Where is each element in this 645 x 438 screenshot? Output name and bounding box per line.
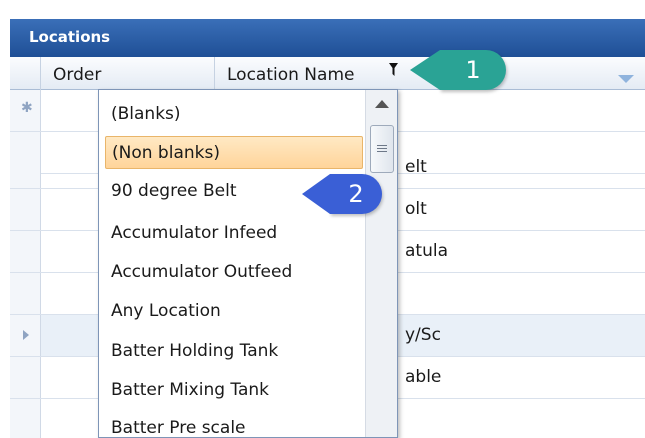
row-indicator — [10, 231, 41, 272]
callout-badge-2: 2 — [302, 174, 382, 214]
column-header-order[interactable]: Order — [41, 57, 215, 90]
thumb-grip-line — [377, 148, 387, 149]
triangle-right-icon — [23, 330, 29, 340]
dropdown-scrollbar[interactable] — [365, 90, 397, 437]
filter-option-non-blanks[interactable]: (Non blanks) — [105, 136, 363, 169]
filter-option-accumulator-outfeed[interactable]: Accumulator Outfeed — [105, 256, 363, 289]
triangle-up-icon[interactable] — [375, 100, 389, 108]
scroll-thumb[interactable] — [370, 125, 394, 173]
chevron-down-icon[interactable] — [618, 75, 634, 83]
panel-title: Locations — [10, 19, 645, 57]
funnel-icon[interactable] — [389, 63, 398, 79]
location-cell[interactable]: olt — [405, 189, 427, 230]
filter-option-blanks[interactable]: (Blanks) — [105, 98, 363, 131]
row-indicator — [10, 315, 41, 356]
row-indicator — [10, 357, 41, 398]
row-indicator — [10, 273, 41, 314]
row-indicator: ✱ — [10, 90, 41, 131]
thumb-grip-line — [377, 151, 387, 152]
filter-option-batter-pre-scale[interactable]: Batter Pre scale — [105, 412, 363, 437]
filter-option-batter-mixing-tank[interactable]: Batter Mixing Tank — [105, 374, 363, 407]
location-cell[interactable]: y/Sc — [405, 315, 441, 356]
filter-option-batter-holding-tank[interactable]: Batter Holding Tank — [105, 335, 363, 368]
callout-badge-1: 1 — [410, 50, 506, 90]
column-header-row: Order Location Name — [10, 57, 645, 90]
filter-option-accumulator-infeed[interactable]: Accumulator Infeed — [105, 217, 363, 250]
row-indicator — [10, 399, 41, 438]
asterisk-icon: ✱ — [21, 100, 33, 116]
row-indicator-header — [10, 57, 41, 90]
filter-option-any-location[interactable]: Any Location — [105, 295, 363, 328]
location-cell[interactable]: able — [405, 357, 441, 398]
thumb-grip-line — [377, 145, 387, 146]
location-cell[interactable]: elt — [405, 147, 427, 188]
location-cell[interactable]: atula — [405, 231, 448, 272]
row-indicator — [10, 147, 41, 188]
row-indicator — [10, 189, 41, 230]
filter-dropdown[interactable]: (Blanks) (Non blanks) 90 degree Belt Acc… — [98, 89, 398, 438]
